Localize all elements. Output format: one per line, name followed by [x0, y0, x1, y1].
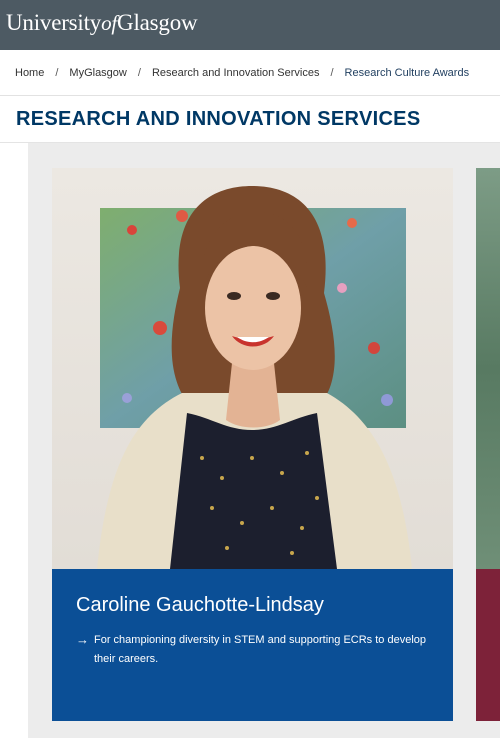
next-award-card-body: [476, 569, 500, 721]
university-logo[interactable]: UniversityofGlasgow: [6, 10, 198, 36]
breadcrumb-research-culture-awards[interactable]: Research Culture Awards: [345, 67, 470, 79]
next-award-photo: [476, 168, 500, 569]
breadcrumb-separator: /: [55, 66, 59, 79]
breadcrumb-home[interactable]: Home: [15, 67, 44, 79]
award-description: → For championing diversity in STEM and …: [76, 631, 429, 669]
breadcrumb-separator: /: [330, 66, 334, 79]
award-card-body: Caroline Gauchotte-Lindsay → For champio…: [52, 569, 453, 721]
award-card[interactable]: Caroline Gauchotte-Lindsay → For champio…: [52, 168, 453, 721]
section-title[interactable]: RESEARCH AND INNOVATION SERVICES: [16, 108, 420, 131]
arrow-right-icon: →: [76, 632, 89, 647]
breadcrumb-myglasgow[interactable]: MyGlasgow: [69, 67, 126, 79]
award-recipient-name[interactable]: Caroline Gauchotte-Lindsay: [76, 593, 429, 617]
breadcrumb-research-innovation-services[interactable]: Research and Innovation Services: [152, 67, 320, 79]
breadcrumb-separator: /: [137, 66, 141, 79]
portrait-image: [52, 168, 453, 569]
breadcrumb: Home / MyGlasgow / Research and Innovati…: [0, 50, 500, 96]
award-description-text: For championing diversity in STEM and su…: [94, 634, 426, 665]
next-award-card[interactable]: [476, 168, 500, 721]
site-header: UniversityofGlasgow: [0, 0, 500, 50]
award-photo: [52, 168, 453, 569]
